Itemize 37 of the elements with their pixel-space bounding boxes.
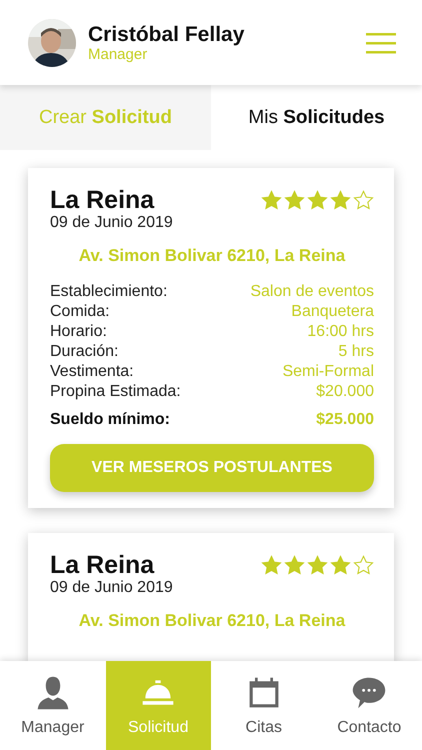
detail-label: Propina Estimada:: [50, 382, 181, 402]
chat-bubble-icon: [351, 674, 388, 710]
detail-label: Comida:: [50, 302, 110, 322]
empty-star-icon: [353, 190, 374, 211]
user-role: Manager: [88, 46, 148, 62]
detail-label: Horario:: [50, 322, 107, 342]
nav-item[interactable]: Manager: [0, 661, 106, 750]
filled-star-icon: [261, 555, 282, 576]
filled-star-icon: [284, 190, 305, 211]
filled-star-icon: [330, 190, 351, 211]
empty-star-icon: [353, 555, 374, 576]
nav-item[interactable]: Contacto: [316, 661, 422, 750]
filled-star-icon: [307, 555, 328, 576]
nav-item[interactable]: Citas: [211, 661, 316, 750]
filled-star-icon: [261, 190, 282, 211]
wage-label: Sueldo mínimo:: [50, 410, 170, 430]
card-date: 09 de Junio 2019: [50, 214, 173, 232]
filled-star-icon: [307, 190, 328, 211]
card-date: 09 de Junio 2019: [50, 579, 173, 597]
filled-star-icon: [284, 555, 305, 576]
detail-value: Banquetera: [291, 302, 374, 322]
card-title: La Reina: [50, 186, 156, 214]
detail-value: 5 hrs: [338, 342, 374, 362]
detail-value: Semi-Formal: [282, 362, 374, 382]
menu-icon[interactable]: [366, 32, 396, 54]
card-address: Av. Simon Bolivar 6210, La Reina: [78, 246, 346, 266]
detail-label: Vestimenta:: [50, 362, 134, 382]
card-address: Av. Simon Bolivar 6210, La Reina: [78, 611, 346, 631]
detail-label: Duración:: [50, 342, 118, 362]
detail-value: Salon de eventos: [250, 282, 374, 302]
detail-value: 16:00 hrs: [307, 322, 374, 342]
filled-star-icon: [330, 555, 351, 576]
detail-label: Establecimiento:: [50, 282, 168, 302]
wage-value: $25.000: [316, 410, 374, 430]
card-title: La Reina: [50, 551, 156, 579]
user-name: Cristóbal Fellay: [88, 22, 246, 46]
detail-value: $20.000: [316, 382, 374, 402]
